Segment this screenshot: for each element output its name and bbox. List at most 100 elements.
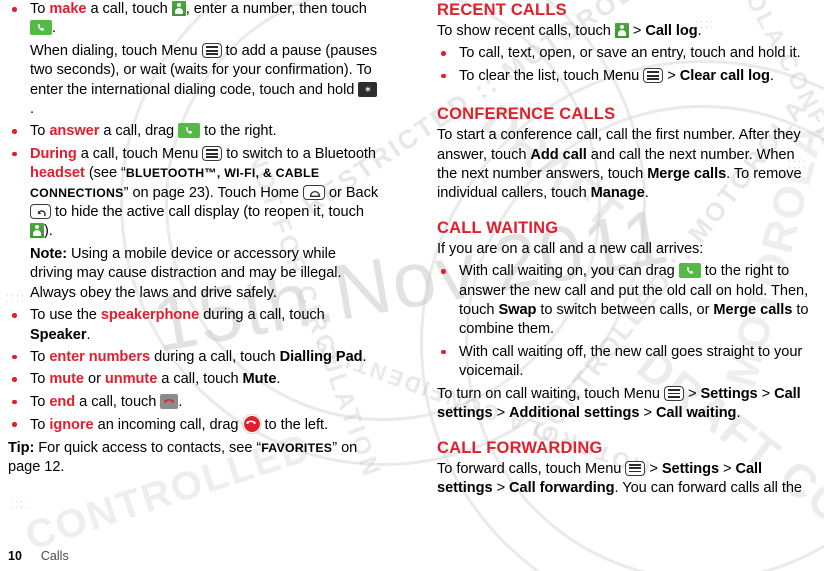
tip-paragraph: Tip: For quick access to contacts, see “… <box>8 439 381 478</box>
text: To <box>30 123 50 140</box>
list-item-clear-call-log: To clear the list, touch Menu > Clear ca… <box>437 67 810 86</box>
list-item-make-call: To make a call, touch , enter a number, … <box>8 0 381 39</box>
recent-calls-intro: To show recent calls, touch > Call log. <box>437 22 810 41</box>
ui-label-manage: Manage <box>590 185 645 202</box>
note-text: Using a mobile device or accessory while… <box>30 245 342 301</box>
text: a call, drag <box>99 123 179 140</box>
text: To use the <box>30 307 101 324</box>
list-item-enter-numbers: To enter numbers during a call, touch Di… <box>8 348 381 367</box>
ui-label-merge-calls: Merge calls <box>713 302 793 319</box>
keyword-make: make <box>49 1 87 17</box>
bullet-dot-icon <box>441 51 446 56</box>
bullet-dot-icon <box>12 377 17 382</box>
keyword-ignore: ignore <box>49 417 94 434</box>
text: an incoming call, drag <box>93 417 243 434</box>
cross-reference-favorites[interactable]: Favorites <box>261 441 332 455</box>
text: > <box>663 67 680 84</box>
contacts-icon <box>30 223 44 239</box>
text: . <box>178 393 183 410</box>
ui-label-call-waiting: Call waiting <box>655 405 737 422</box>
bullet-dot-icon <box>12 151 17 157</box>
section-recent-calls: Recent calls To show recent calls, touch… <box>437 0 810 86</box>
text: With call waiting on, you can drag <box>459 263 679 280</box>
menu-key-icon <box>663 385 684 401</box>
ui-label-settings: Settings <box>700 385 758 402</box>
text: To <box>30 371 50 388</box>
ui-label-dialling-pad: Dialling Pad <box>279 348 363 365</box>
keyword-headset: headset <box>30 165 85 182</box>
manual-page: To make a call, touch , enter a number, … <box>0 0 824 571</box>
bullet-dot-icon <box>12 7 17 12</box>
keyword-end: end <box>49 393 76 410</box>
contacts-icon <box>171 1 186 16</box>
ui-label-add-call: Add call <box>530 146 587 163</box>
menu-key-icon <box>202 145 223 161</box>
list-item-mute: To mute or unmute a call, touch Mute. <box>8 370 381 389</box>
text: (see “ <box>84 165 126 182</box>
text: a call, touch <box>75 393 161 410</box>
text: a call, touch <box>86 1 172 17</box>
keyword-during: During <box>30 145 77 162</box>
text: To forward calls, touch Menu <box>437 460 626 477</box>
keyword-mute: mute <box>49 371 84 388</box>
section-conference-calls: Conference calls To start a conference c… <box>437 104 810 204</box>
tip-label: Tip: <box>8 439 35 456</box>
text: When dialing, touch Menu <box>30 42 202 59</box>
answer-call-icon <box>30 20 52 36</box>
list-item-answer-call: To answer a call, drag to the right. <box>8 122 381 141</box>
text: . You can forward calls all the <box>614 479 803 496</box>
text: To <box>30 393 50 410</box>
keyword-unmute: unmute <box>104 371 158 388</box>
ui-label-call-forwarding: Call forwarding <box>509 479 615 496</box>
section-call-forwarding: Call forwarding To forward calls, touch … <box>437 438 810 499</box>
right-column: Recent calls To show recent calls, touch… <box>437 0 810 512</box>
text: To <box>30 1 50 17</box>
list-item-call-waiting-on: With call waiting on, you can drag to th… <box>437 262 810 340</box>
conference-calls-paragraph: To start a conference call, call the fir… <box>437 126 810 204</box>
ui-label-additional-settings: Additional settings <box>509 405 640 422</box>
answer-call-icon <box>178 123 201 139</box>
menu-key-icon <box>643 67 664 83</box>
contacts-icon <box>614 23 629 38</box>
text: or Back <box>324 184 379 201</box>
ui-label-speaker: Speaker <box>30 326 87 343</box>
text: To call, text, open, or save an entry, t… <box>459 45 801 62</box>
left-bullet-list: To make a call, touch , enter a number, … <box>8 0 381 436</box>
list-item-driving-note: Note: Using a mobile device or accessory… <box>8 245 381 303</box>
text: ” on page 23). Touch Home <box>123 184 303 201</box>
home-key-icon <box>302 184 325 200</box>
text: > <box>683 385 701 402</box>
text: > <box>757 385 775 402</box>
ui-label-merge-calls: Merge calls <box>647 166 727 183</box>
text: or <box>84 371 105 388</box>
text: . <box>52 20 57 37</box>
back-key-icon <box>30 204 51 220</box>
bullet-dot-icon <box>441 349 446 355</box>
left-column: To make a call, touch , enter a number, … <box>8 0 381 480</box>
list-item-ignore-call: To ignore an incoming call, drag to the … <box>8 415 381 435</box>
heading-call-forwarding: Call forwarding <box>437 438 603 457</box>
bullet-dot-icon <box>12 399 17 405</box>
list-item-end-call: To end a call, touch . <box>8 393 381 412</box>
bullet-dot-icon <box>441 269 446 274</box>
text: > <box>719 460 736 477</box>
text: > <box>628 23 646 39</box>
menu-key-icon <box>201 42 222 58</box>
text: > <box>492 479 510 496</box>
call-waiting-bullets: With call waiting on, you can drag to th… <box>437 262 810 381</box>
text: > <box>645 460 662 477</box>
list-item-during-call: During a call, touch Menu to switch to a… <box>8 145 381 242</box>
text: > <box>492 405 510 422</box>
heading-call-waiting: Call waiting <box>437 218 559 237</box>
text: a call, touch Menu <box>76 145 203 162</box>
end-call-icon <box>160 393 179 409</box>
text: . <box>30 101 35 118</box>
text: > <box>639 405 656 422</box>
text: during a call, touch <box>199 307 325 324</box>
text: . <box>769 67 774 84</box>
ui-label-settings: Settings <box>661 460 720 477</box>
text: With call waiting off, the new call goes… <box>459 343 803 380</box>
recent-calls-bullets: To call, text, open, or save an entry, t… <box>437 44 810 86</box>
section-call-waiting: Call waiting If you are on a call and a … <box>437 218 810 424</box>
text: To turn on call waiting, touch Menu <box>437 385 664 402</box>
